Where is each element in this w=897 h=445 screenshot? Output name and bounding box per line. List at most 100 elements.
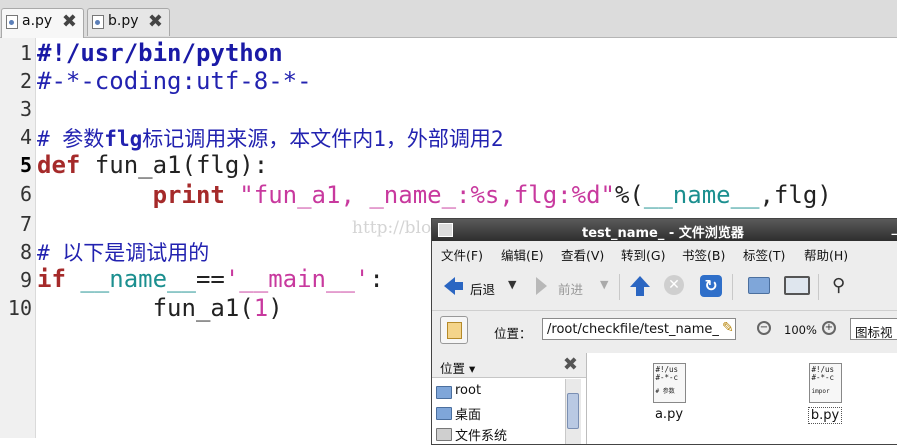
file-browser-window[interactable]: test_name_ - 文件浏览器 _ 文件(F) 编辑(E) 查看(V) 转… [431,218,897,445]
sidebar-item-label: 文件系统 [455,425,507,444]
computer-button[interactable] [784,274,808,298]
comment: # 以下是调试用的 [37,241,209,265]
minimize-icon[interactable]: _ [892,221,897,236]
space [66,265,80,293]
code-line-9: if __name__=='__main__': [37,265,384,293]
back-button[interactable]: 后退 ▼ [444,274,524,298]
drive-icon [436,428,452,441]
scrollbar-thumb[interactable] [567,393,579,429]
search-button[interactable]: ⚲ [832,274,856,298]
comment: 标记调用来源，本文件内1，外部调用2 [142,127,503,151]
line-number: 9 [20,268,32,292]
code-line-5: def fun_a1(flg): [37,151,268,179]
tab-b-py[interactable]: b.py ✖ [87,8,170,36]
sidebar-item-label: 桌面 [455,404,481,423]
clear-location-icon[interactable]: ✎ [722,320,734,336]
number-literal: 1 [254,294,268,322]
zoom-out-icon[interactable]: − [757,321,771,335]
code-line-8: # 以下是调试用的 [37,237,209,267]
editor-tab-bar: a.py ✖ b.py ✖ [0,0,897,38]
places-sidebar: 位置 ▾ ✖ root 桌面 文件系统 [432,353,587,444]
code-text: : [369,265,383,293]
line-number: 7 [20,212,32,236]
indent [37,181,153,209]
python-file-icon [92,15,104,29]
line-number: 10 [8,296,32,320]
code-text: ,flg) [759,181,831,209]
menu-bar: 文件(F) 编辑(E) 查看(V) 转到(G) 书签(B) 标签(T) 帮助(H… [432,241,897,263]
text-file-icon: #!/us #-*-c # 参数 [653,363,686,403]
home-folder-icon [436,386,452,399]
code-line-1: #!/usr/bin/python [37,39,283,67]
shebang: #!/usr/bin/python [37,39,283,67]
sidebar-header: 位置 ▾ ✖ [432,353,586,378]
line-number: 1 [20,41,32,65]
python-file-icon [6,15,18,29]
menu-go[interactable]: 转到(G) [621,245,665,264]
computer-icon [784,276,810,295]
file-preview-line: impor [812,388,839,395]
location-input[interactable]: /root/checkfile/test_name_ [542,318,736,340]
home-button[interactable] [748,274,770,298]
stop-button[interactable]: ✕ [664,274,686,298]
desktop-folder-icon [436,407,452,420]
file-item-b-py[interactable]: #!/us #-*-c impor b.py [795,363,855,424]
file-icon-view[interactable]: #!/us #-*-c # 参数 a.py #!/us #-*-c impor … [587,353,897,444]
file-name: b.py [808,407,842,424]
operator: == [196,265,225,293]
zoom-level[interactable]: 100% [784,323,817,337]
zoom-in-icon[interactable]: + [822,321,836,335]
menu-help[interactable]: 帮助(H) [804,245,848,264]
reload-icon: ↻ [700,275,722,297]
view-mode-select[interactable]: 图标视 [850,318,897,340]
line-number: 2 [20,69,32,93]
menu-tabs[interactable]: 标签(T) [743,245,785,264]
toolbar-separator [619,274,620,300]
tab-a-py[interactable]: a.py ✖ [1,8,84,38]
close-icon[interactable]: ✖ [148,11,163,32]
file-item-a-py[interactable]: #!/us #-*-c # 参数 a.py [639,363,699,422]
sidebar-scrollbar[interactable] [565,379,581,444]
back-arrow-icon [444,277,455,295]
dunder-name: __name__ [80,265,196,293]
chevron-down-icon[interactable]: ▼ [508,278,516,291]
edit-location-icon[interactable] [440,316,468,344]
sidebar-item-label: root [455,383,481,398]
sidebar-title: 位置 [440,361,465,376]
code-line-2: #-*-coding:utf-8-*- [37,67,312,95]
menu-file[interactable]: 文件(F) [441,245,483,264]
comment-keyword: flg [104,127,142,151]
function-signature: fun_a1(flg): [80,151,268,179]
forward-button[interactable]: 前进 ▼ [536,274,616,298]
up-button[interactable] [630,274,652,298]
menu-bookmarks[interactable]: 书签(B) [682,245,725,264]
close-icon[interactable]: ✖ [62,11,77,32]
chevron-down-icon: ▾ [465,361,475,376]
current-line-number: 5 [20,153,32,177]
keyword-print: print [153,181,225,209]
code-line-10: fun_a1(1) [37,294,283,322]
close-icon[interactable]: ✖ [563,354,578,375]
back-label: 后退 [470,279,495,298]
tab-label: b.py [108,13,139,29]
line-number-gutter: 1 2 3 4 5 6 7 8 9 10 [0,38,36,438]
chevron-down-icon[interactable]: ▼ [600,278,608,291]
space [225,181,239,209]
reload-button[interactable]: ↻ [700,274,722,298]
stop-icon: ✕ [664,275,684,295]
toolbar-separator [732,274,733,300]
location-bar: 位置： /root/checkfile/test_name_ ✎ − 100% … [432,311,897,351]
window-title: test_name_ - 文件浏览器 [582,222,744,241]
menu-view[interactable]: 查看(V) [561,245,604,264]
forward-arrow-icon [536,277,547,295]
menu-edit[interactable]: 编辑(E) [501,245,544,264]
file-preview-line: #-*-c [656,374,683,382]
string-literal: "fun_a1, _name_:%s,flg:%d" [239,181,615,209]
toolbar: 后退 ▼ 前进 ▼ ✕ ↻ ⚲ [432,264,897,311]
up-arrow-icon [630,276,650,287]
window-titlebar[interactable]: test_name_ - 文件浏览器 _ [432,219,897,241]
sidebar-title-select[interactable]: 位置 ▾ [440,358,475,377]
location-label: 位置： [494,323,532,342]
operator: %( [615,181,644,209]
dunder-name: __name__ [644,181,760,209]
